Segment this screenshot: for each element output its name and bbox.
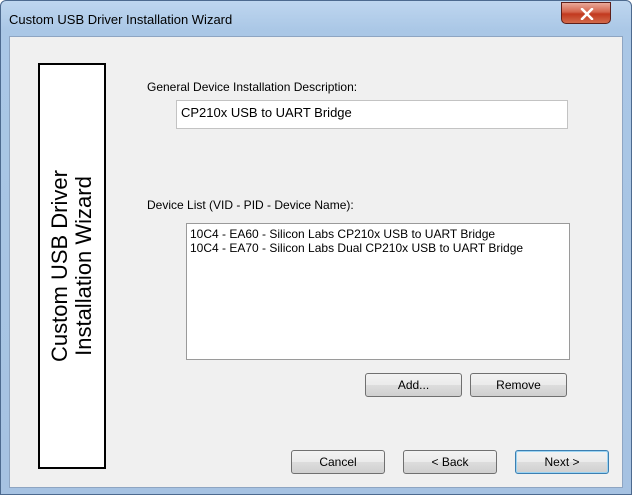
device-list-item[interactable]: 10C4 - EA70 - Silicon Labs Dual CP210x U…	[190, 241, 569, 255]
side-banner-line2: Installation Wizard	[71, 176, 96, 356]
remove-button[interactable]: Remove	[470, 373, 567, 397]
side-banner-text: Custom USB Driver Installation Wizard	[47, 170, 96, 362]
side-banner-line1: Custom USB Driver	[47, 170, 72, 362]
window-title: Custom USB Driver Installation Wizard	[9, 12, 233, 27]
title-bar[interactable]: Custom USB Driver Installation Wizard	[1, 1, 631, 36]
close-button[interactable]	[561, 2, 611, 24]
device-list[interactable]: 10C4 - EA60 - Silicon Labs CP210x USB to…	[186, 223, 570, 360]
description-input[interactable]: CP210x USB to UART Bridge	[176, 100, 568, 129]
next-button[interactable]: Next >	[515, 450, 609, 474]
device-list-item[interactable]: 10C4 - EA60 - Silicon Labs CP210x USB to…	[190, 227, 569, 241]
description-label: General Device Installation Description:	[147, 80, 358, 94]
close-icon	[580, 8, 594, 20]
wizard-window: Custom USB Driver Installation Wizard Cu…	[0, 0, 632, 495]
cancel-button[interactable]: Cancel	[291, 450, 385, 474]
add-button[interactable]: Add...	[365, 373, 462, 397]
device-list-label: Device List (VID - PID - Device Name):	[147, 198, 354, 212]
back-button[interactable]: < Back	[403, 450, 497, 474]
side-banner: Custom USB Driver Installation Wizard	[38, 63, 106, 469]
dialog-body: Custom USB Driver Installation Wizard Ge…	[9, 36, 623, 488]
